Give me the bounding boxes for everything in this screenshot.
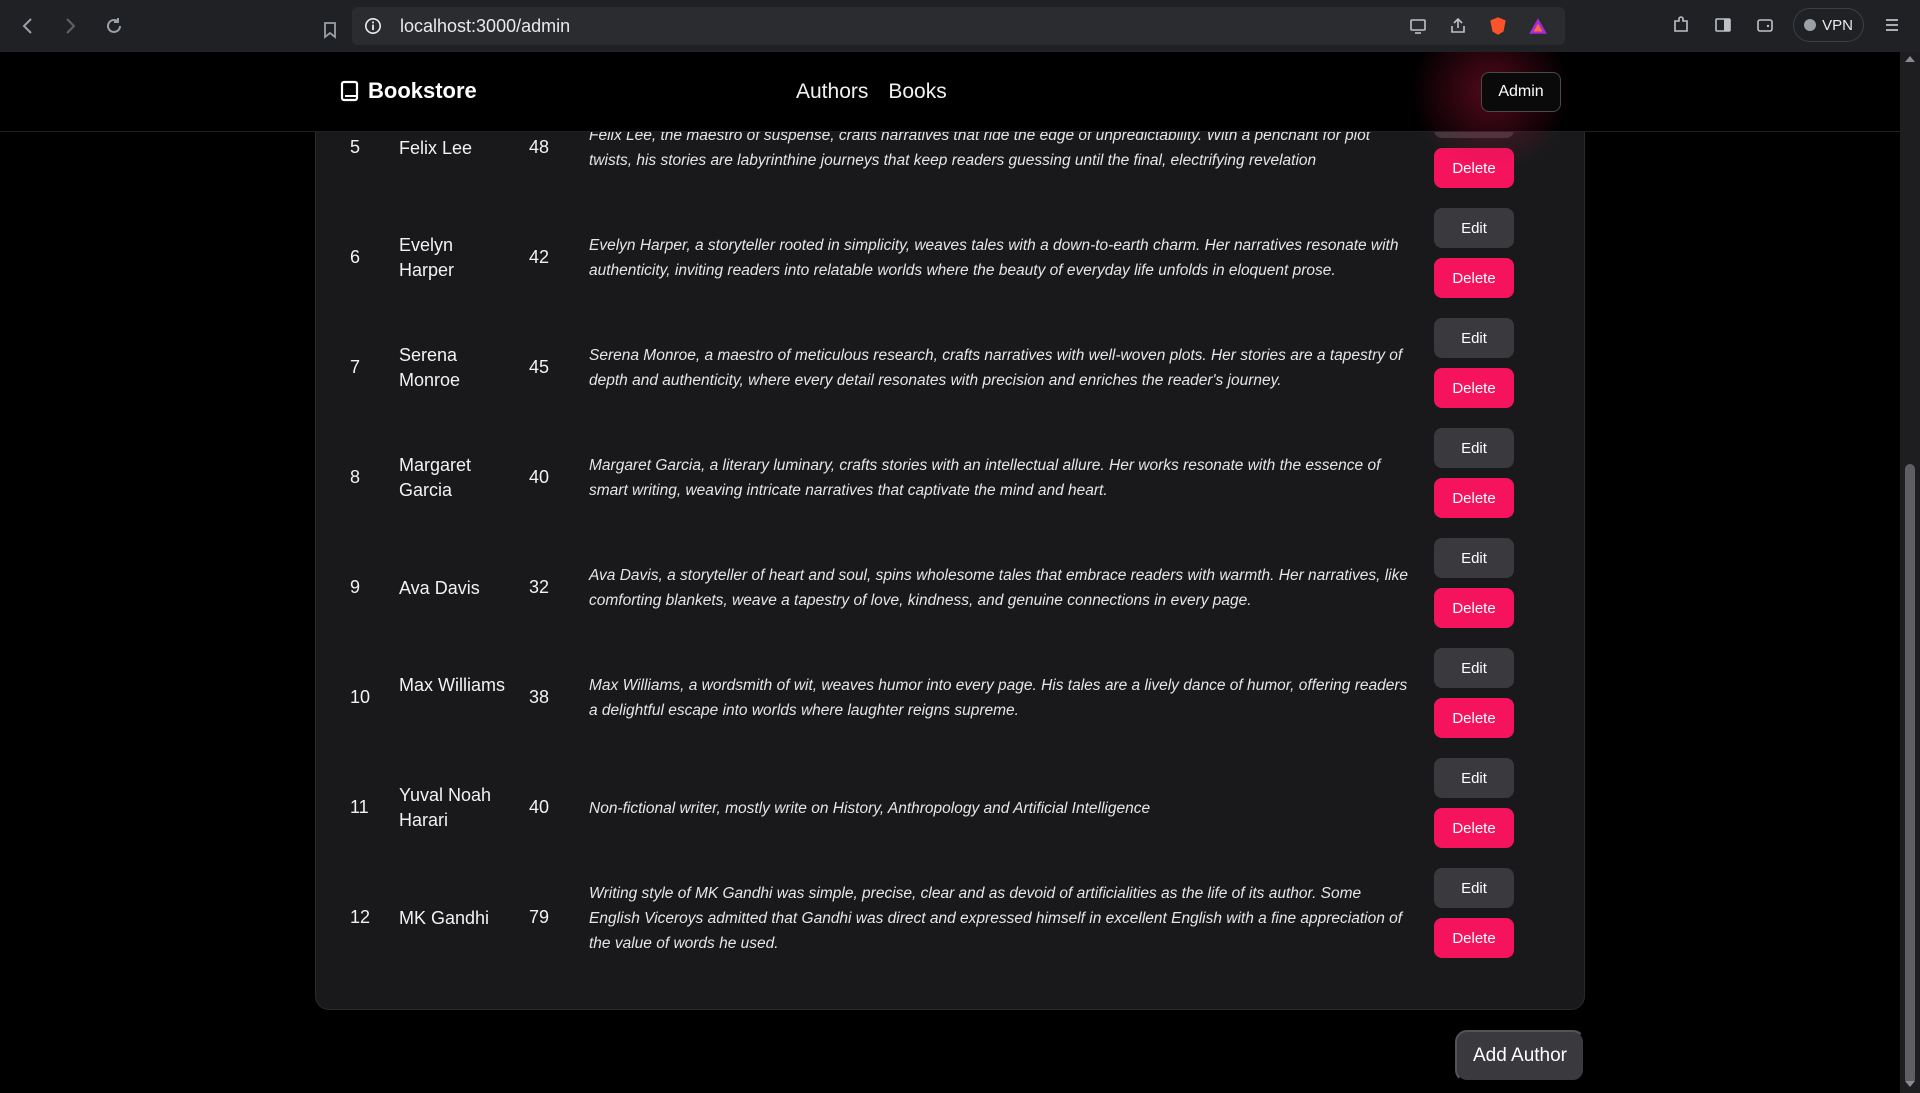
author-bio: Serena Monroe, a maestro of meticulous r… <box>589 347 1403 389</box>
author-bio: Max Williams, a wordsmith of wit, weaves… <box>589 677 1408 719</box>
table-row: 11 Yuval Noah Harari 40 Non-fictional write… <box>316 753 1586 863</box>
table-row: 12 MK Gandhi 79 Writing style of MK Gandhi … <box>316 863 1586 973</box>
reload-icon[interactable] <box>94 6 134 46</box>
delete-button[interactable]: Delete <box>1434 258 1514 298</box>
author-age: 32 <box>529 577 550 597</box>
scroll-up-icon[interactable] <box>1905 56 1915 62</box>
table-row: 10 Max Williams 38 Max Williams, a wordsmit… <box>316 643 1586 753</box>
author-age: 48 <box>529 137 550 157</box>
delete-button[interactable]: Delete <box>1434 918 1514 958</box>
vpn-button[interactable]: VPN <box>1793 8 1864 42</box>
cast-icon[interactable] <box>1405 13 1431 39</box>
delete-button[interactable]: Delete <box>1434 698 1514 738</box>
add-author-button[interactable]: Add Author <box>1455 1030 1585 1082</box>
author-id: 10 <box>350 687 371 707</box>
author-id: 6 <box>350 247 361 267</box>
scrollbar-thumb[interactable] <box>1905 464 1915 1084</box>
author-name: Max Williams <box>399 675 505 695</box>
brand-name: Bookstore <box>368 78 477 103</box>
edit-button[interactable]: Edit <box>1434 868 1514 908</box>
author-bio: Ava Davis, a storyteller of heart and so… <box>589 567 1408 609</box>
forward-icon[interactable] <box>50 6 90 46</box>
sidebar-icon[interactable] <box>1709 11 1737 39</box>
author-name: Ava Davis <box>399 577 480 598</box>
admin-button[interactable]: Admin <box>1481 72 1561 112</box>
site-info-icon[interactable] <box>362 15 384 37</box>
author-name: Evelyn Harper <box>399 235 455 280</box>
wallet-icon[interactable] <box>1751 11 1779 39</box>
brave-shield-icon[interactable] <box>1485 13 1511 39</box>
brave-rewards-icon[interactable] <box>1525 13 1551 39</box>
author-bio: Non-fictional writer, mostly write on Hi… <box>589 799 1151 817</box>
back-icon[interactable] <box>8 6 48 46</box>
author-id: 5 <box>350 137 361 157</box>
nav-authors[interactable]: Authors <box>796 80 868 104</box>
site-header: Bookstore Authors Books Admin <box>0 52 1900 162</box>
share-icon[interactable] <box>1445 13 1471 39</box>
edit-button[interactable]: Edit <box>1434 648 1514 688</box>
author-id: 8 <box>350 467 361 487</box>
vpn-label: VPN <box>1822 16 1853 34</box>
table-row: 6 Evelyn Harper 42 Evelyn Harper, a storyte… <box>316 203 1586 313</box>
nav-books[interactable]: Books <box>888 80 946 104</box>
brand-logo[interactable]: Bookstore <box>340 78 477 104</box>
author-age: 40 <box>529 467 550 487</box>
author-age: 79 <box>529 907 550 927</box>
author-age: 40 <box>529 797 550 817</box>
author-name: Serena Monroe <box>399 345 461 390</box>
author-bio: Evelyn Harper, a storyteller rooted in s… <box>589 237 1399 279</box>
author-name: MK Gandhi <box>399 907 490 928</box>
author-age: 45 <box>529 357 550 377</box>
author-bio: Writing style of MK Gandhi was simple, p… <box>589 884 1403 952</box>
edit-button[interactable]: Edit <box>1434 758 1514 798</box>
menu-icon[interactable] <box>1878 11 1906 39</box>
book-icon <box>340 80 359 102</box>
page-scrollbar[interactable] <box>1900 52 1920 1093</box>
authors-table: 5 Felix Lee 48 Felix Lee, the maestro of su… <box>315 52 1585 1010</box>
edit-button[interactable]: Edit <box>1434 208 1514 248</box>
extensions-icon[interactable] <box>1667 11 1695 39</box>
author-id: 9 <box>350 577 361 597</box>
author-id: 7 <box>350 357 361 377</box>
edit-button[interactable]: Edit <box>1434 428 1514 468</box>
delete-button[interactable]: Delete <box>1434 478 1514 518</box>
delete-button[interactable]: Delete <box>1434 808 1514 848</box>
author-age: 38 <box>529 687 550 707</box>
author-name: Yuval Noah Harari <box>399 785 492 830</box>
address-bar[interactable]: localhost:3000/admin <box>352 7 1565 45</box>
table-row: 8 Margaret Garcia 40 Margaret Garcia, a lit… <box>316 423 1586 533</box>
page-viewport: 5 Felix Lee 48 Felix Lee, the maestro of su… <box>0 52 1900 1093</box>
vpn-status-icon <box>1804 19 1817 31</box>
edit-button[interactable]: Edit <box>1434 538 1514 578</box>
author-bio: Margaret Garcia, a literary luminary, cr… <box>589 457 1381 499</box>
author-name: Felix Lee <box>399 137 473 158</box>
main-nav: Authors Books <box>796 80 947 104</box>
author-id: 12 <box>350 907 371 927</box>
table-row: 9 Ava Davis 32 Ava Davis, a storyteller of … <box>316 533 1586 643</box>
delete-button[interactable]: Delete <box>1434 368 1514 408</box>
url-text[interactable]: localhost:3000/admin <box>400 16 570 37</box>
scroll-down-icon[interactable] <box>1905 1081 1915 1087</box>
author-name: Margaret Garcia <box>399 455 472 500</box>
delete-button[interactable]: Delete <box>1434 588 1514 628</box>
bookmark-icon[interactable] <box>310 10 350 50</box>
table-row: 7 Serena Monroe 45 Serena Monroe, a maestro… <box>316 313 1586 423</box>
author-age: 42 <box>529 247 550 267</box>
edit-button[interactable]: Edit <box>1434 318 1514 358</box>
browser-toolbar: localhost:3000/admin VPN <box>0 0 1920 52</box>
author-id: 11 <box>350 797 369 817</box>
